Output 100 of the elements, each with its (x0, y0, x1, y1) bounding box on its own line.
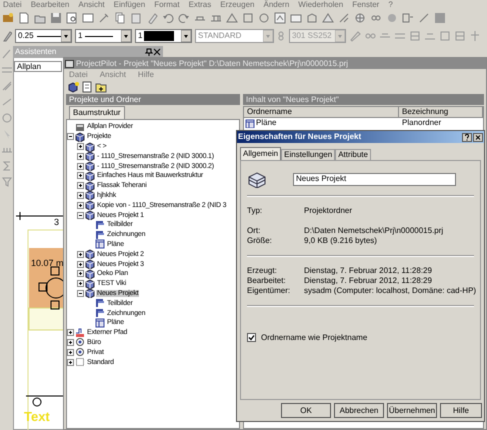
menu-item[interactable]: Bearbeiten (30, 0, 70, 8)
tool-icon[interactable] (0, 48, 12, 60)
expand-icon[interactable] (77, 202, 84, 209)
menu-item[interactable]: Format (154, 0, 180, 8)
panel-header: Inhalt von "Neues Projekt" (243, 94, 484, 105)
tool-icon[interactable] (0, 80, 12, 92)
new-folder-icon[interactable] (95, 80, 107, 92)
cube-icon (85, 142, 95, 152)
assistant-selector[interactable]: Allplan (14, 61, 62, 72)
toolbar-icon[interactable] (242, 12, 254, 24)
collapse-icon[interactable] (77, 212, 84, 219)
toolbar-icon[interactable] (418, 12, 430, 24)
tool-icon[interactable] (0, 160, 12, 172)
collapse-icon[interactable] (67, 133, 74, 140)
format-tool-icon[interactable] (409, 30, 421, 42)
tab[interactable]: Einstellungen (281, 149, 336, 160)
dialog-button[interactable]: Abbrechen (334, 403, 384, 418)
name-field[interactable]: Neues Projekt (293, 172, 456, 186)
toolbar-icon[interactable] (82, 12, 94, 24)
menu-item[interactable]: Ansicht (78, 0, 105, 8)
sheet-icon (95, 239, 105, 250)
pen-thickness-dropdown[interactable]: 0.25 (15, 29, 72, 43)
expand-icon[interactable] (77, 172, 84, 180)
layer-dropdown[interactable]: STANDARD (195, 29, 274, 43)
help-icon[interactable] (462, 132, 472, 142)
expand-icon[interactable] (77, 182, 84, 190)
toolbar-icon[interactable] (354, 12, 366, 24)
toolbar-icon[interactable] (162, 12, 174, 24)
property-value: sysadm (Computer: localhost, Domäne: cad-HP) (304, 287, 476, 295)
property-label: Ort: (247, 227, 262, 235)
column-header[interactable]: Ordnername (244, 107, 399, 118)
expand-icon[interactable] (77, 270, 84, 278)
pen-icon (2, 30, 12, 42)
toolbar-icon[interactable] (18, 12, 30, 24)
format-tool-icon[interactable] (454, 30, 466, 42)
toolbar-icon[interactable] (50, 12, 62, 24)
menu-item[interactable]: Einfügen (114, 0, 146, 8)
menu-item[interactable]: Fenster (352, 0, 380, 8)
expand-icon[interactable] (77, 250, 84, 258)
toolbar-icon[interactable] (66, 12, 78, 24)
toolbar-icon[interactable] (274, 12, 286, 24)
menu-item[interactable]: Erzeugen (220, 0, 254, 8)
dialog-button[interactable]: Hilfe (440, 403, 482, 418)
toolbar-icon[interactable] (258, 12, 270, 24)
menu-item[interactable]: Extras (188, 0, 212, 8)
dialog-button[interactable]: OK (281, 403, 331, 418)
pin-icon[interactable] (145, 48, 153, 56)
dropdown-arrow-icon[interactable] (121, 30, 131, 42)
format-tool-icon[interactable] (469, 30, 481, 42)
toolbar-icon[interactable] (114, 12, 126, 24)
toolbar-icon[interactable] (226, 12, 238, 24)
menu-item[interactable]: Datei (3, 0, 22, 8)
window-title: ProjectPilot - Projekt "Neues Projekt" D:\Daten Nemetschek\Prj\n0000015.prj (76, 60, 348, 68)
tab[interactable]: Baumstruktur (69, 106, 125, 119)
property-label: Typ: (247, 207, 264, 215)
toolbar-icon[interactable] (306, 12, 318, 24)
close-icon[interactable] (153, 48, 161, 56)
format-tool-icon[interactable] (349, 30, 361, 42)
toolbar-icon[interactable] (338, 12, 350, 24)
tab[interactable]: Attribute (335, 149, 371, 160)
menu-item[interactable]: ? (388, 0, 393, 8)
line-type-dropdown[interactable]: 1 (75, 29, 132, 43)
square-icon (75, 357, 85, 368)
toolbar-icon[interactable] (322, 12, 334, 24)
expand-icon[interactable] (77, 162, 84, 170)
property-label: Eigentümer: (247, 287, 292, 295)
column-header[interactable]: Bezeichnung (399, 107, 483, 118)
checkbox[interactable] (247, 333, 256, 342)
property-value: 9,0 KB (9.216 bytes) (304, 237, 377, 245)
window-icon (65, 60, 74, 68)
menu-item[interactable]: Ändern (263, 0, 290, 8)
close-icon[interactable] (473, 132, 483, 142)
expand-icon[interactable] (67, 358, 74, 366)
pen-color-dropdown[interactable]: 1 (135, 29, 192, 43)
menu-item[interactable]: Wiederholen (298, 0, 344, 8)
tool-icon[interactable] (0, 96, 12, 108)
tool-icon[interactable] (0, 176, 12, 188)
toolbar-icon[interactable] (98, 12, 110, 24)
format-tool-icon[interactable] (439, 30, 451, 42)
toolbar-icon[interactable] (402, 12, 414, 24)
toolbar-icon[interactable] (178, 12, 190, 24)
text-label: Text (24, 410, 50, 423)
document-icon[interactable] (82, 80, 92, 92)
cube-icon (85, 249, 95, 260)
expand-icon[interactable] (77, 152, 84, 160)
expand-icon[interactable] (67, 329, 74, 336)
expand-icon[interactable] (67, 338, 74, 346)
dropdown-arrow-icon[interactable] (61, 30, 71, 42)
expand-icon[interactable] (67, 348, 74, 356)
dropdown-arrow-icon[interactable] (181, 30, 191, 42)
tab[interactable]: Allgemein (240, 147, 282, 160)
toolbar-icon[interactable] (290, 12, 302, 24)
tool-icon[interactable] (0, 112, 12, 124)
dialog-button[interactable]: Übernehmen (387, 403, 437, 418)
new-project-icon[interactable] (67, 80, 79, 92)
expand-icon[interactable] (77, 260, 84, 268)
expand-icon[interactable] (77, 192, 84, 199)
expand-icon[interactable] (77, 280, 84, 288)
collapse-icon[interactable] (77, 290, 84, 297)
expand-icon[interactable] (77, 142, 84, 150)
